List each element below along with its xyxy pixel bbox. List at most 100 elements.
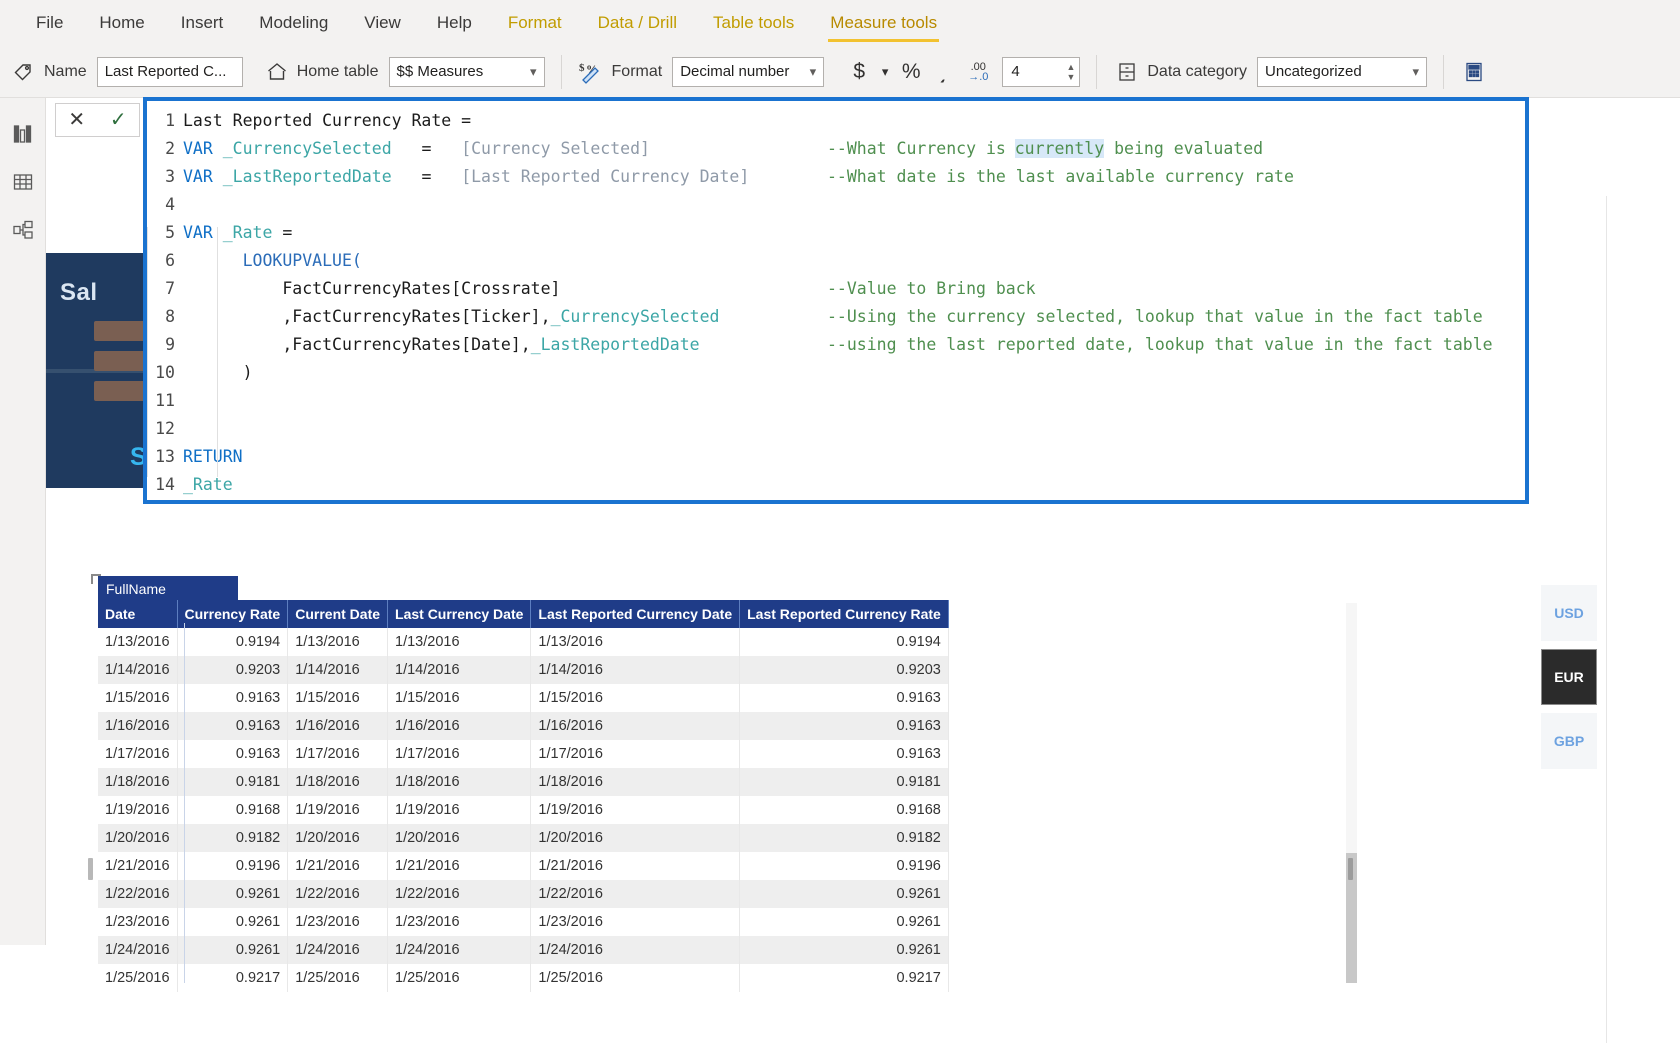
table-cell: 1/19/2016 — [530, 796, 741, 824]
thousands-separator-button[interactable]: ͵ — [928, 55, 958, 89]
column-header-last-reported-currency-date[interactable]: Last Reported Currency Date — [530, 600, 741, 628]
table-cell: 0.9217 — [177, 964, 289, 992]
table-cell: 1/21/2016 — [387, 852, 532, 880]
ribbon-tab-table-tools[interactable]: Table tools — [695, 0, 812, 46]
commit-formula-button[interactable]: ✓ — [106, 110, 131, 130]
data-category-group: Data category Uncategorized ▾ — [1103, 46, 1437, 98]
stepper-up-icon[interactable]: ▲ — [1066, 62, 1075, 71]
slicer-item-gbp[interactable]: GBP — [1541, 713, 1597, 769]
code-line[interactable]: 11 — [147, 387, 1525, 415]
table-cell: 0.9181 — [739, 768, 949, 796]
ribbon-tab-insert[interactable]: Insert — [163, 0, 242, 46]
home-table-dropdown[interactable]: $$ Measures ▾ — [388, 56, 545, 87]
view-switcher-rail — [0, 98, 46, 945]
table-cell: 1/17/2016 — [530, 740, 741, 768]
code-line[interactable]: 2 VAR _CurrencySelected = [Currency Selec… — [147, 135, 1525, 163]
column-header-currency-rate[interactable]: Currency Rate — [177, 600, 289, 628]
slicer-item-usd[interactable]: USD — [1541, 585, 1597, 641]
table-cell: 0.9168 — [739, 796, 949, 824]
code-line[interactable]: 13 RETURN — [147, 443, 1525, 471]
sidebar-item-model-view[interactable] — [0, 208, 46, 256]
percent-format-button[interactable]: % — [896, 55, 926, 89]
table-row[interactable]: 1/19/2016 0.9168 1/19/2016 1/19/2016 1/19/20… — [98, 796, 949, 824]
table-cell: 1/17/2016 — [98, 740, 178, 768]
ribbon-tab-modeling[interactable]: Modeling — [241, 0, 346, 46]
code-line[interactable]: 5 VAR _Rate = — [147, 219, 1525, 247]
measure-tools-ribbon: Name Last Reported C... Home table $$ Me… — [0, 46, 1680, 98]
code-token: = — [391, 139, 462, 158]
code-line[interactable]: 7 FactCurrencyRates[Crossrate] --Value to… — [147, 275, 1525, 303]
code-line[interactable]: 3 VAR _LastReportedDate = [Last Reported … — [147, 163, 1525, 191]
code-line[interactable]: 10 ) — [147, 359, 1525, 387]
currency-format-button[interactable]: $ — [844, 55, 874, 89]
table-row[interactable]: 1/13/2016 0.9194 1/13/2016 1/13/2016 1/13/20… — [98, 628, 949, 656]
currency-dropdown-chevron[interactable]: ▾ — [876, 55, 894, 89]
line-number: 1 — [165, 111, 175, 130]
ribbon-tab-home[interactable]: Home — [81, 0, 162, 46]
table-row[interactable]: 1/18/2016 0.9181 1/18/2016 1/18/2016 1/18/20… — [98, 768, 949, 796]
measure-name-input[interactable]: Last Reported C... — [96, 56, 243, 87]
ribbon-tab-format[interactable]: Format — [490, 0, 580, 46]
ribbon-tab-measure-tools[interactable]: Measure tools — [812, 0, 955, 46]
home-icon — [263, 58, 291, 86]
code-token: = — [272, 223, 293, 242]
decrease-decimals-button[interactable]: .00 →.0 — [960, 55, 996, 89]
table-cell: 1/24/2016 — [387, 936, 532, 964]
table-row[interactable]: 1/22/2016 0.9261 1/22/2016 1/22/2016 1/22/20… — [98, 880, 949, 908]
report-resize-handle[interactable] — [1348, 858, 1353, 880]
table-row[interactable]: 1/14/2016 0.9203 1/14/2016 1/14/2016 1/14/20… — [98, 656, 949, 684]
column-header-date[interactable]: Date — [98, 600, 178, 628]
table-row[interactable]: 1/24/2016 0.9261 1/24/2016 1/24/2016 1/24/20… — [98, 936, 949, 964]
column-header-last-reported-currency-rate[interactable]: Last Reported Currency Rate — [739, 600, 949, 628]
ribbon-tab-help[interactable]: Help — [419, 0, 490, 46]
table-cell: 0.9217 — [739, 964, 949, 992]
cancel-formula-button[interactable]: ✕ — [64, 110, 89, 130]
ribbon-tab-file[interactable]: File — [18, 0, 81, 46]
table-row[interactable]: 1/25/2016 0.9217 1/25/2016 1/25/2016 1/25/20… — [98, 964, 949, 992]
code-line[interactable]: 9 ,FactCurrencyRates[Date],_LastReported… — [147, 331, 1525, 359]
line-number: 5 — [165, 223, 175, 242]
format-label: Format — [611, 62, 663, 80]
data-category-dropdown[interactable]: Uncategorized ▾ — [1256, 56, 1427, 87]
column-header-last-currency-date[interactable]: Last Currency Date — [387, 600, 532, 628]
code-token: = — [391, 167, 462, 186]
table-row[interactable]: 1/21/2016 0.9196 1/21/2016 1/21/2016 1/21/20… — [98, 852, 949, 880]
sidebar-item-report-view[interactable] — [0, 112, 46, 160]
name-group: Name Last Reported C... — [0, 46, 253, 98]
table-row[interactable]: 1/17/2016 0.9163 1/17/2016 1/17/2016 1/17/20… — [98, 740, 949, 768]
calculator-icon[interactable] — [1460, 58, 1488, 86]
table-cell: 1/15/2016 — [530, 684, 741, 712]
decimal-places-stepper[interactable]: 4 ▲ ▼ — [1002, 56, 1081, 87]
table-cell: 0.9182 — [739, 824, 949, 852]
stepper-down-icon[interactable]: ▼ — [1066, 72, 1075, 81]
ribbon-tab-strip: File Home Insert Modeling View Help Form… — [0, 0, 1680, 46]
code-line[interactable]: 4 — [147, 191, 1525, 219]
table-row[interactable]: 1/23/2016 0.9261 1/23/2016 1/23/2016 1/23/20… — [98, 908, 949, 936]
code-line[interactable]: 6 LOOKUPVALUE( — [147, 247, 1525, 275]
table-row[interactable]: 1/20/2016 0.9182 1/20/2016 1/20/2016 1/20/20… — [98, 824, 949, 852]
table-cell: 1/14/2016 — [530, 656, 741, 684]
ribbon-tab-data-drill[interactable]: Data / Drill — [580, 0, 695, 46]
stepper-arrows[interactable]: ▲ ▼ — [1066, 62, 1075, 81]
sidebar-item-data-view[interactable] — [0, 160, 46, 208]
table-row[interactable]: 1/16/2016 0.9163 1/16/2016 1/16/2016 1/16/20… — [98, 712, 949, 740]
decimal-places-value: 4 — [1011, 63, 1020, 80]
code-line[interactable]: 14 _Rate — [147, 471, 1525, 499]
table-cell: 1/19/2016 — [287, 796, 389, 824]
slicer-item-eur[interactable]: EUR — [1541, 649, 1597, 705]
dax-formula-editor[interactable]: 1 Last Reported Currency Rate = 2 VAR _Curr… — [143, 97, 1529, 504]
ribbon-tab-view[interactable]: View — [346, 0, 419, 46]
table-cell: 0.9203 — [739, 656, 949, 684]
table-left-resize-handle[interactable] — [88, 858, 93, 880]
table-cell: 1/18/2016 — [287, 768, 389, 796]
column-header-current-date[interactable]: Current Date — [287, 600, 389, 628]
table-cell: 0.9196 — [177, 852, 289, 880]
table-cell: 1/14/2016 — [98, 656, 178, 684]
formula-commit-toolbar: ✕ ✓ — [55, 103, 140, 137]
code-line[interactable]: 12 — [147, 415, 1525, 443]
format-type-dropdown[interactable]: Decimal number ▾ — [672, 56, 825, 87]
code-line[interactable]: 8 ,FactCurrencyRates[Ticker],_CurrencySe… — [147, 303, 1525, 331]
code-line[interactable]: 1 Last Reported Currency Rate = — [147, 107, 1525, 135]
dax-code-area[interactable]: 1 Last Reported Currency Rate = 2 VAR _Curr… — [147, 101, 1525, 500]
table-row[interactable]: 1/15/2016 0.9163 1/15/2016 1/15/2016 1/15/20… — [98, 684, 949, 712]
